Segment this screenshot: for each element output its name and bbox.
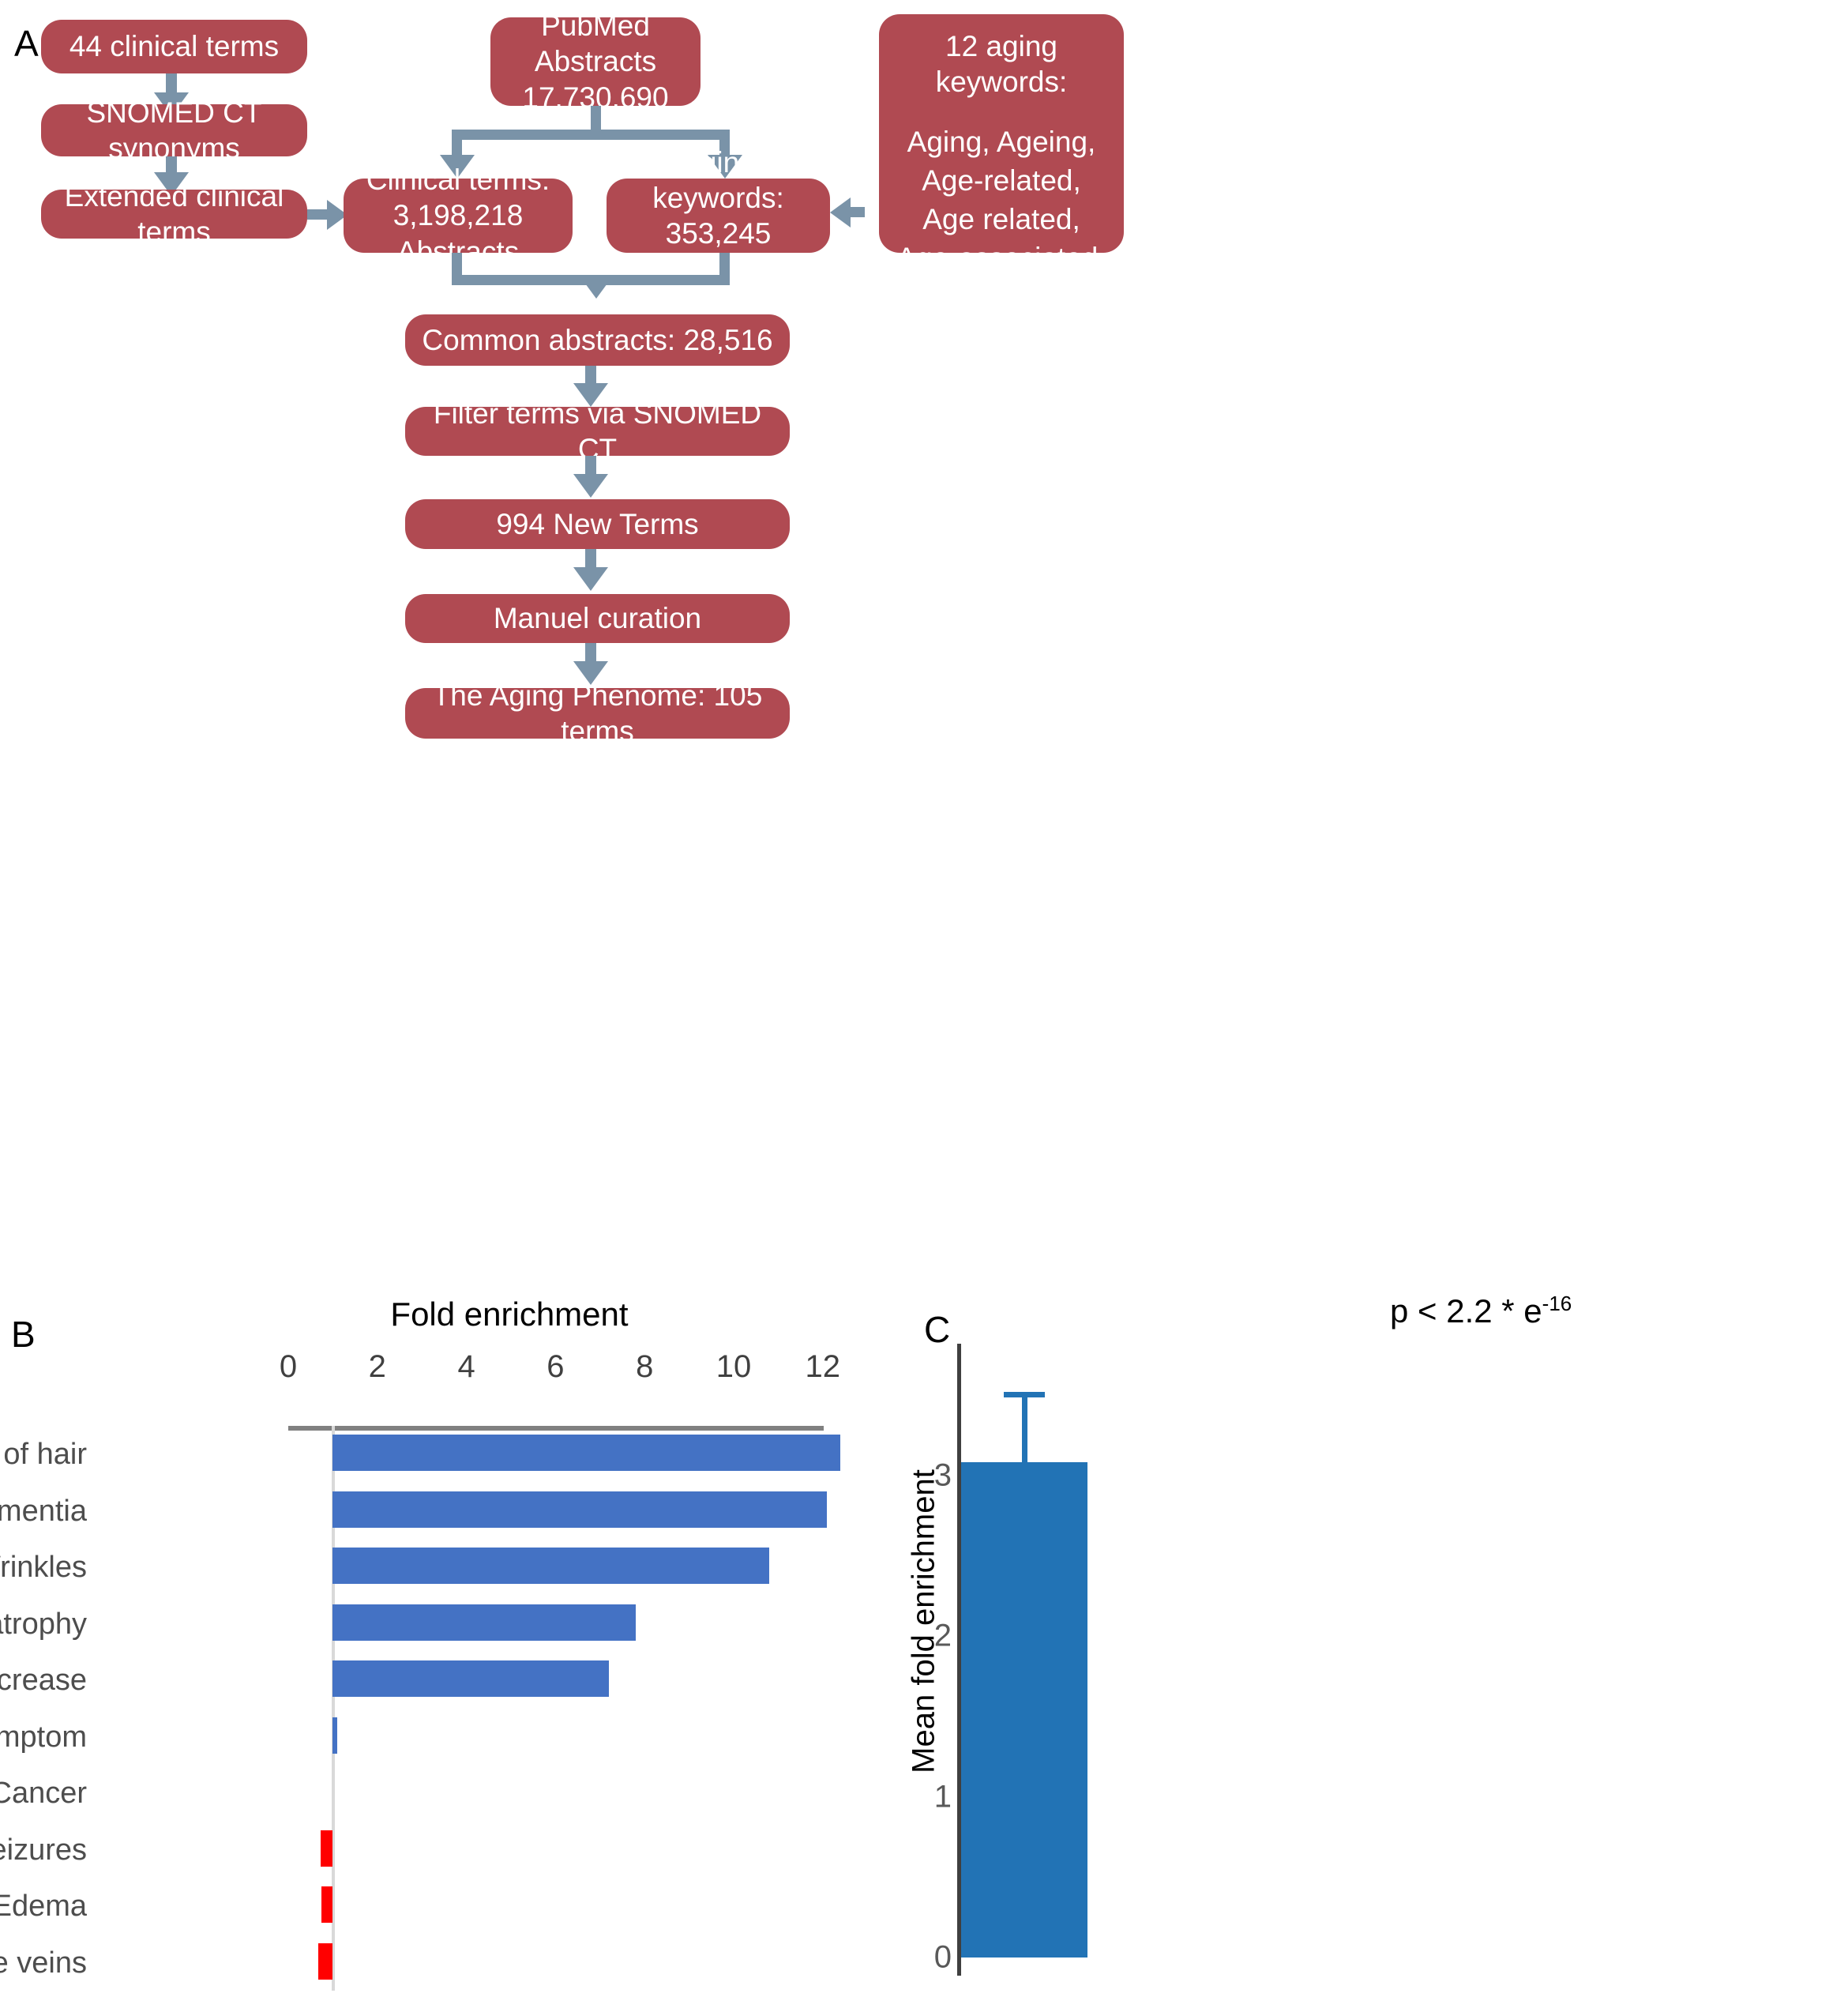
- chart-b-category-label: Edema: [0, 1890, 87, 1923]
- chart-b-bar: [320, 1830, 333, 1867]
- arrow-head-to-common-abstracts: [579, 275, 614, 299]
- chart-b-bar: [317, 1942, 333, 1980]
- chart-b-x-tick: 2: [368, 1349, 386, 1384]
- chart-c-y-axis-label: Mean fold enrichment: [906, 1469, 941, 1773]
- chart-b-x-tick: 10: [716, 1349, 752, 1384]
- aging-keywords-header: 12 aging keywords:: [935, 30, 1068, 99]
- connector-pubmed-split: [452, 130, 730, 140]
- chart-c-pvalue-exponent: -16: [1542, 1292, 1572, 1315]
- chart-b-category-label: Dementia: [0, 1494, 87, 1528]
- chart-c-y-tick: 0: [933, 1939, 952, 1975]
- chart-b-category-label: Varicose veins: [0, 1946, 87, 1980]
- arrow-head-keywords-to-aging: [830, 197, 851, 228]
- panel-c-letter: C: [924, 1309, 951, 1350]
- box-snomed-synonyms[interactable]: SNOMED CT synonyms: [41, 96, 307, 164]
- chart-b-bar: [332, 1717, 338, 1754]
- chart-b-bar: [332, 1604, 636, 1641]
- chart-b-category-label: Graying of hair: [0, 1438, 87, 1471]
- box-aging-phenome[interactable]: The Aging Phenome: 105 terms: [405, 679, 790, 747]
- arrow-head-new-terms-to-curation: [573, 567, 608, 591]
- panel-c-mean-fold-enrichment-chart: C p < 2.2 * e-16 0123 Mean fold enrichme…: [885, 1264, 1848, 1997]
- box-aging-keywords-list[interactable]: 12 aging keywords: Aging, Ageing, Age-re…: [879, 14, 1124, 467]
- chart-b-bar: [321, 1886, 333, 1923]
- panel-a-flowchart: A 44 clinical terms SNOMED CT synonyms E…: [0, 0, 1848, 1264]
- chart-b-category-label: Cancer: [0, 1777, 87, 1810]
- chart-b-category-label: Visual acuity decrease: [0, 1664, 87, 1697]
- chart-b-axis-line: [288, 1426, 824, 1431]
- aging-keywords-label: Aging keywords:: [652, 145, 784, 214]
- chart-b-category-label: Cerebral atrophy: [0, 1607, 87, 1641]
- chart-b-bar: [332, 1435, 841, 1471]
- box-filter-terms[interactable]: Filter terms via SNOMED CT: [405, 397, 790, 465]
- chart-b-bar: [332, 1548, 770, 1584]
- box-clinical-terms-result[interactable]: Clinical terms: 3,198,218 Abstracts: [344, 164, 573, 268]
- chart-b-x-tick: 8: [636, 1349, 654, 1384]
- chart-b-category-label: Facial Wrinkles: [0, 1551, 87, 1584]
- pubmed-label: PubMed Abstracts: [534, 9, 657, 78]
- box-common-abstracts[interactable]: Common abstracts: 28,516: [405, 314, 790, 366]
- chart-c-error-bar-line: [1022, 1391, 1027, 1463]
- chart-b-x-tick: 0: [279, 1349, 298, 1384]
- chart-c-bar: [961, 1462, 1087, 1958]
- panel-b-fold-enrichment-chart: B Fold enrichment 0 2 4 6 8 10 12 Graying of h…: [0, 1264, 885, 1997]
- clinical-terms-label: Clinical terms:: [366, 164, 550, 197]
- chart-b-x-tick: 12: [805, 1349, 841, 1384]
- chart-b-category-label: Psychiatric symptom: [0, 1720, 87, 1754]
- box-pubmed-abstracts[interactable]: PubMed Abstracts 17,730,690: [490, 9, 701, 114]
- chart-b-x-tick: 4: [457, 1349, 475, 1384]
- chart-b-category-label: Seizures: [0, 1833, 87, 1867]
- aging-keywords-items: Aging, Ageing, Age-related, Age related,…: [894, 126, 1109, 467]
- panel-a-letter: A: [14, 23, 39, 64]
- panel-b-letter: B: [11, 1314, 36, 1355]
- box-clinical-terms-seed[interactable]: 44 clinical terms: [41, 20, 307, 73]
- arrow-head-filter-to-new-terms: [573, 474, 608, 498]
- box-manual-curation[interactable]: Manuel curation: [405, 594, 790, 643]
- box-aging-keywords-result[interactable]: Aging keywords: 353,245 Abstracts: [607, 146, 830, 285]
- chart-b-x-tick: 6: [547, 1349, 565, 1384]
- chart-c-pvalue-annotation: p < 2.2 * e-16: [1390, 1292, 1572, 1329]
- chart-c-error-bar-cap: [1004, 1391, 1045, 1397]
- chart-b-bar: [332, 1491, 828, 1528]
- chart-b-axis-title: Fold enrichment: [390, 1296, 629, 1333]
- box-new-terms[interactable]: 994 New Terms: [405, 499, 790, 549]
- box-extended-clinical-terms[interactable]: Extended clinical terms: [41, 180, 307, 248]
- chart-b-bar: [332, 1660, 610, 1697]
